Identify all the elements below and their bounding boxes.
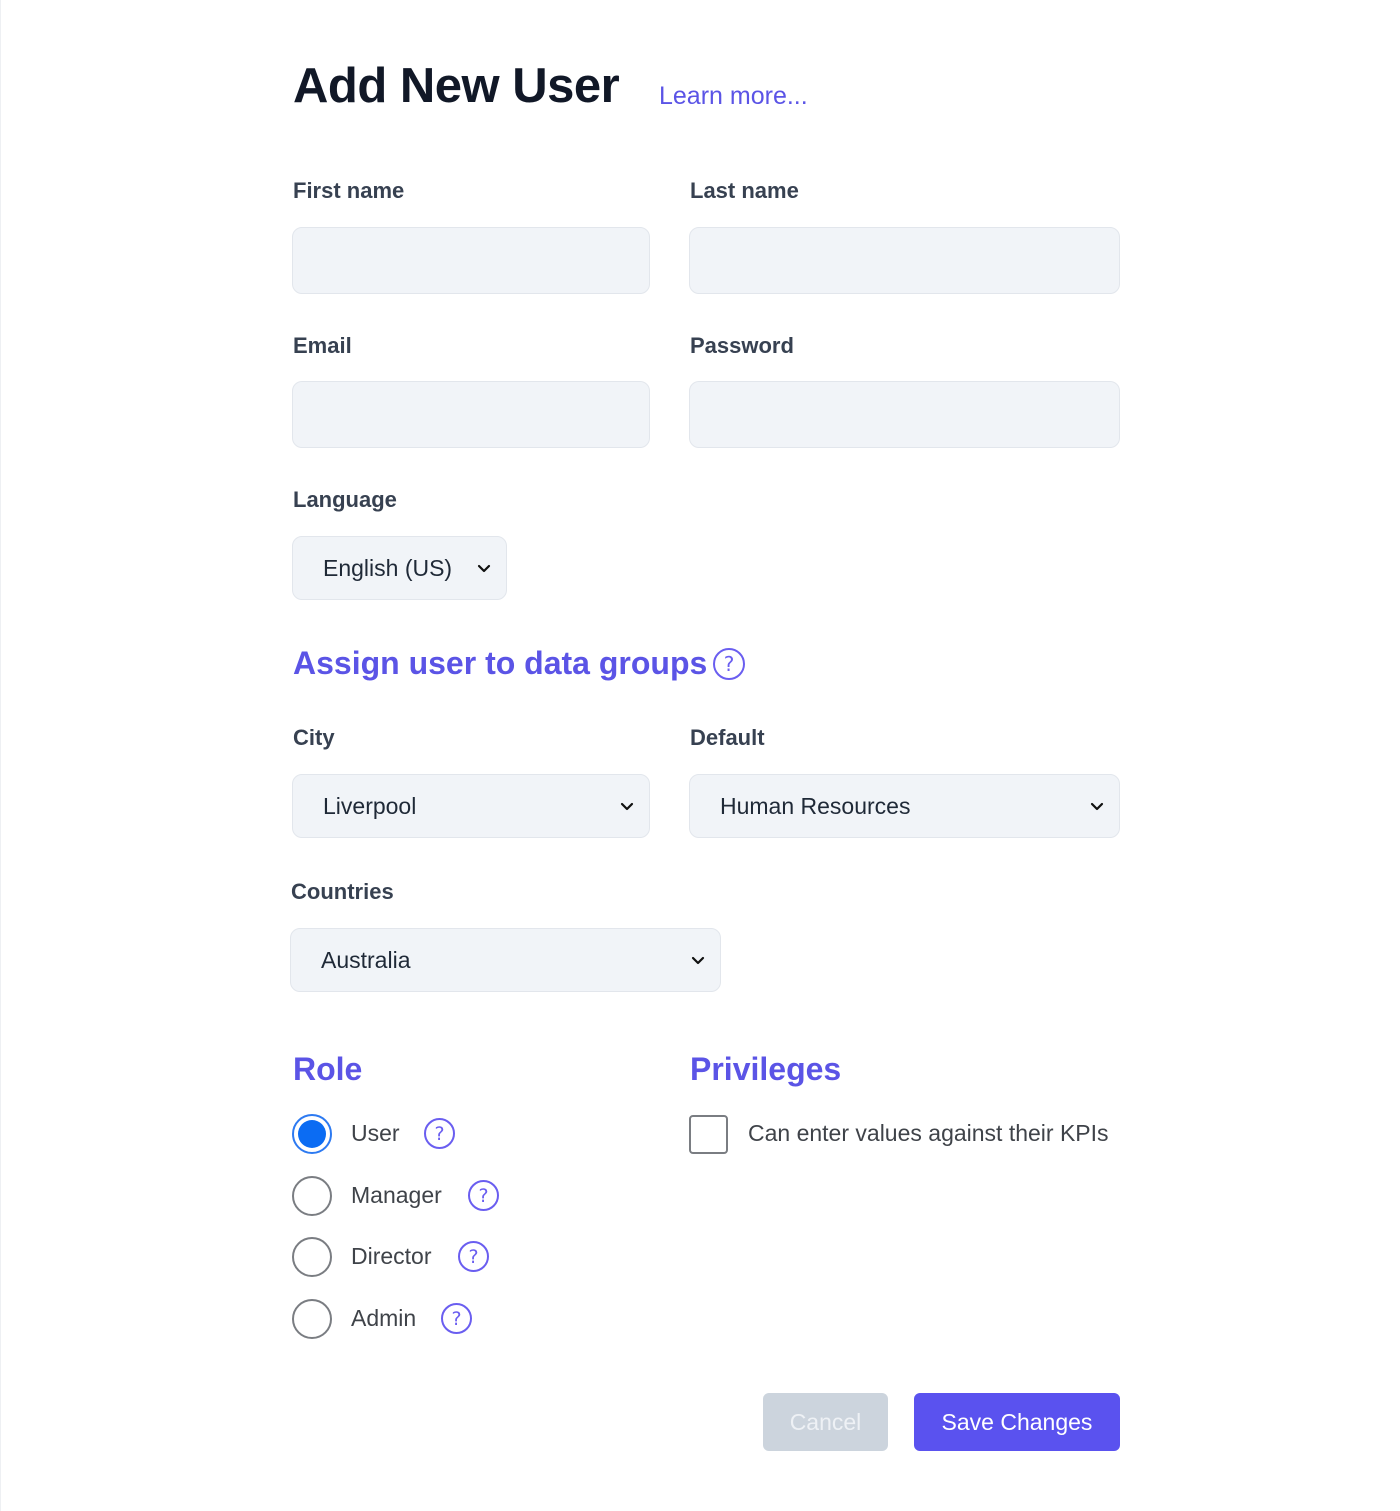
first-name-label: First name (293, 178, 405, 203)
cancel-button[interactable]: Cancel (763, 1393, 888, 1451)
last-name-label: Last name (690, 178, 799, 203)
default-select[interactable]: Human Resources (689, 774, 1120, 838)
kpi-privilege-checkbox[interactable] (689, 1115, 728, 1154)
question-mark-glyph: ? (478, 1184, 489, 1207)
role-user-help-icon[interactable]: ? (424, 1118, 455, 1149)
question-mark-glyph: ? (723, 652, 735, 676)
password-label: Password (690, 333, 794, 358)
question-mark-glyph: ? (451, 1307, 462, 1330)
role-label-director: Director (351, 1243, 432, 1269)
email-input[interactable] (292, 381, 650, 448)
email-label: Email (293, 333, 352, 358)
role-label-admin: Admin (351, 1305, 417, 1331)
city-select[interactable]: Liverpool (292, 774, 650, 838)
role-radio-manager[interactable] (292, 1176, 332, 1216)
default-label: Default (690, 725, 765, 750)
default-selected-value: Human Resources (720, 792, 911, 819)
language-label: Language (293, 487, 397, 512)
privileges-heading: Privileges (690, 1051, 842, 1087)
countries-label: Countries (291, 879, 394, 904)
role-heading: Role (293, 1051, 363, 1087)
save-changes-button[interactable]: Save Changes (914, 1393, 1120, 1451)
chevron-down-icon (477, 564, 491, 573)
kpi-privilege-label: Can enter values against their KPIs (748, 1120, 1109, 1146)
radio-selected-dot (298, 1120, 326, 1148)
chevron-down-icon (691, 956, 705, 965)
question-mark-glyph: ? (434, 1122, 445, 1145)
password-input[interactable] (689, 381, 1120, 448)
role-director-help-icon[interactable]: ? (458, 1241, 489, 1272)
data-groups-help-icon[interactable]: ? (713, 648, 745, 680)
question-mark-glyph: ? (468, 1245, 479, 1268)
last-name-input[interactable] (689, 227, 1120, 294)
role-manager-help-icon[interactable]: ? (468, 1180, 499, 1211)
page-title: Add New User (293, 59, 620, 113)
data-groups-heading: Assign user to data groups (293, 645, 708, 681)
role-radio-admin[interactable] (292, 1299, 332, 1339)
chevron-down-icon (620, 802, 634, 811)
first-name-input[interactable] (292, 227, 650, 294)
role-label-manager: Manager (351, 1182, 442, 1208)
language-selected-value: English (US) (323, 554, 453, 581)
chevron-down-icon (1090, 802, 1104, 811)
role-label-user: User (351, 1120, 400, 1146)
city-label: City (293, 725, 335, 750)
countries-selected-value: Australia (321, 946, 411, 973)
role-radio-user[interactable] (292, 1114, 332, 1154)
language-select[interactable]: English (US) (292, 536, 507, 600)
role-admin-help-icon[interactable]: ? (441, 1303, 472, 1334)
role-radio-director[interactable] (292, 1237, 332, 1277)
learn-more-link[interactable]: Learn more... (659, 82, 808, 111)
city-selected-value: Liverpool (323, 792, 417, 819)
countries-select[interactable]: Australia (290, 928, 721, 992)
